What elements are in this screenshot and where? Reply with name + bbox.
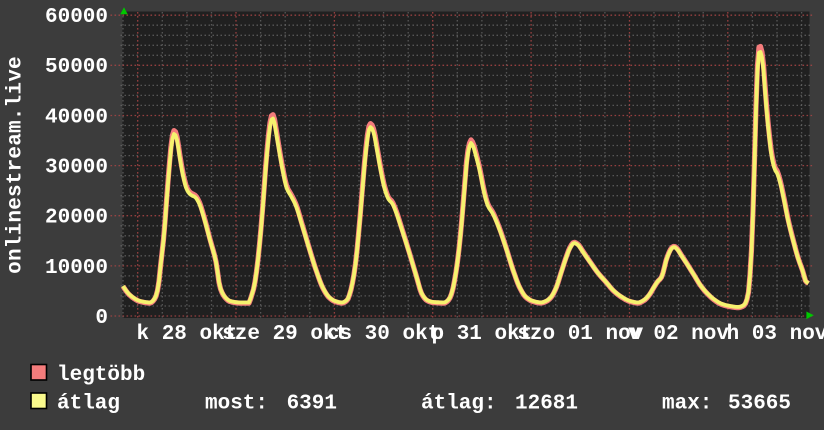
svg-text:onlinestream.live: onlinestream.live bbox=[5, 56, 28, 274]
svg-text:v 02 nov: v 02 nov bbox=[628, 323, 729, 346]
svg-text:20000: 20000 bbox=[45, 207, 108, 230]
svg-text:átlag:: átlag: bbox=[421, 393, 497, 416]
svg-text:10000: 10000 bbox=[45, 257, 108, 280]
svg-text:szo 01 nov: szo 01 nov bbox=[517, 323, 643, 346]
svg-text:6391: 6391 bbox=[287, 393, 337, 416]
svg-text:cs 30 okt: cs 30 okt bbox=[327, 323, 440, 346]
svg-text:átlag: átlag bbox=[57, 393, 120, 416]
svg-text:max:: max: bbox=[662, 393, 712, 416]
svg-text:12681: 12681 bbox=[515, 393, 578, 416]
svg-text:h 03 nov: h 03 nov bbox=[727, 323, 824, 346]
svg-text:most:: most: bbox=[205, 393, 268, 416]
svg-text:0: 0 bbox=[95, 307, 108, 330]
svg-text:30000: 30000 bbox=[45, 157, 108, 180]
svg-text:53665: 53665 bbox=[728, 393, 791, 416]
svg-text:40000: 40000 bbox=[45, 106, 108, 129]
svg-text:legtöbb: legtöbb bbox=[57, 364, 145, 387]
svg-text:50000: 50000 bbox=[45, 56, 108, 79]
svg-text:60000: 60000 bbox=[45, 6, 108, 29]
